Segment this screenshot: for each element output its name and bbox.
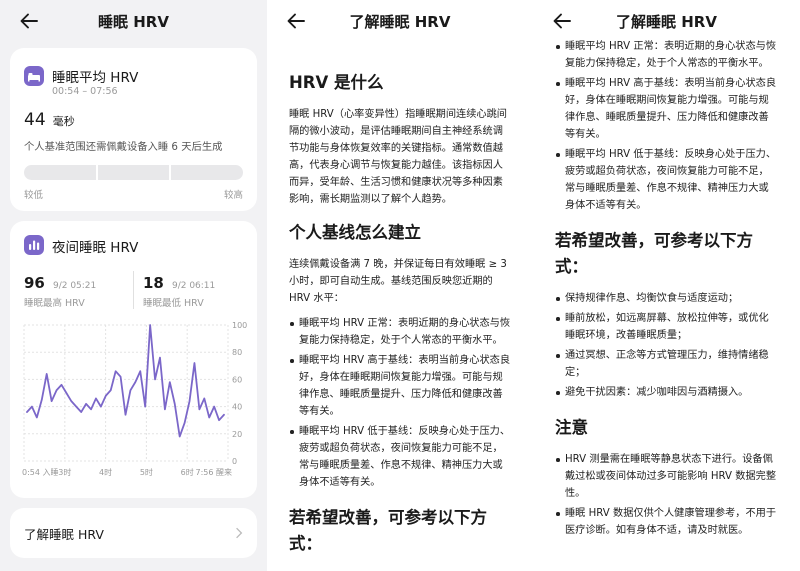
article-body: HRV 是什么 睡眠 HRV（心率变异性）指睡眠期间连续心跳间隔的微小波动，是评… [267, 70, 533, 557]
list-item: HRV 测量需在睡眠等静息状态下进行。设备佩戴过松或夜间体动过多可能影响 HRV… [555, 451, 778, 502]
baseline-note: 个人基准范围还需佩戴设备入睡 6 天后生成 [24, 141, 223, 153]
list-item: 睡眠平均 HRV 低于基线：反映身心处于压力、疲劳或超负荷状态，夜间恢复能力可能… [555, 146, 778, 214]
section-heading: 注意 [555, 418, 588, 437]
list-item: 保持规律作息、均衡饮食与适度运动； [555, 290, 778, 307]
max-hrv-block: 96 9/2 05:21 睡眠最高 HRV [24, 273, 96, 309]
night-hrv-card: 夜间睡眠 HRV 96 9/2 05:21 睡眠最高 HRV 18 9/2 06… [10, 221, 257, 498]
list-item: 通过冥想、正念等方式管理压力，维持情绪稳定； [555, 347, 778, 381]
list-item: 睡眠 HRV 数据仅供个人健康管理参考，不用于医疗诊断。如有身体不适，请及时就医… [555, 505, 778, 539]
avg-value-row: 44 毫秒 [24, 110, 75, 130]
x-tick-label: 0:54 入睡 [22, 468, 59, 477]
y-tick-label: 80 [232, 348, 242, 357]
sleep-hrv-screen: 睡眠 HRV 睡眠平均 HRV 00:54 – 07:56 44 毫秒 个人基准… [0, 0, 267, 571]
baseline-list: 睡眠平均 HRV 正常：表明近期的身心状态与恢复能力保持稳定，处于个人常态的平衡… [555, 38, 778, 214]
list-item: 睡眠平均 HRV 高于基线：表明当前身心状态良好，身体在睡眠期间恢复能力增强。可… [555, 75, 778, 143]
min-hrv-label: 睡眠最低 HRV [143, 298, 204, 309]
max-hrv-value: 96 [24, 274, 45, 292]
list-item: 睡眠平均 HRV 正常：表明近期的身心状态与恢复能力保持稳定，处于个人常态的平衡… [555, 38, 778, 72]
x-tick-label: 6时 [181, 467, 194, 477]
paragraph: 连续佩戴设备满 7 晚，并保证每日有效睡眠 ≥ 3 小时，即可自动生成。基线范围… [289, 259, 507, 304]
bar-chart-icon [24, 235, 44, 255]
note-list: HRV 测量需在睡眠等静息状态下进行。设备佩戴过松或夜间体动过多可能影响 HRV… [555, 451, 778, 539]
list-item: 睡眠平均 HRV 高于基线：表明当前身心状态良好，身体在睡眠期间恢复能力增强。可… [289, 352, 511, 420]
avg-unit: 毫秒 [52, 115, 75, 128]
max-hrv-label: 睡眠最高 HRV [24, 298, 85, 309]
y-tick-label: 20 [232, 430, 242, 439]
learn-hrv-screen-scrolled: 了解睡眠 HRV 睡眠平均 HRV 正常：表明近期的身心状态与恢复能力保持稳定，… [533, 0, 800, 571]
section-heading: 个人基线怎么建立 [289, 223, 421, 242]
max-hrv-time: 9/2 05:21 [52, 281, 97, 291]
x-tick-label: 3时 [58, 467, 71, 477]
min-hrv-block: 18 9/2 06:11 睡眠最低 HRV [143, 273, 215, 309]
y-tick-label: 0 [232, 457, 237, 466]
section-heading: 若希望改善，可参考以下方式： [289, 508, 487, 553]
y-tick-label: 60 [232, 375, 242, 384]
section-heading: HRV 是什么 [289, 73, 384, 92]
list-item: 避免干扰因素：减少咖啡因与酒精摄入。 [555, 384, 778, 401]
header: 了解睡眠 HRV [267, 0, 533, 42]
page-title: 了解睡眠 HRV [616, 13, 717, 31]
chevron-right-icon [236, 527, 243, 539]
list-item: 睡眠平均 HRV 正常：表明近期的身心状态与恢复能力保持稳定，处于个人常态的平衡… [289, 315, 511, 349]
average-hrv-card: 睡眠平均 HRV 00:54 – 07:56 44 毫秒 个人基准范围还需佩戴设… [10, 48, 257, 211]
min-hrv-time: 9/2 06:11 [171, 281, 216, 291]
improve-list: 保持规律作息、均衡饮食与适度运动； 睡前放松，如远离屏幕、放松拉伸等，或优化睡眠… [555, 290, 778, 401]
header: 睡眠 HRV [0, 0, 267, 42]
x-tick-label: 5时 [140, 467, 153, 477]
list-item: 睡眠平均 HRV 低于基线：反映身心处于压力、疲劳或超负荷状态，夜间恢复能力可能… [289, 423, 511, 491]
card-title: 睡眠平均 HRV [52, 70, 139, 86]
header: 了解睡眠 HRV [533, 0, 800, 42]
learn-more-row[interactable]: 了解睡眠 HRV [10, 508, 257, 558]
range-low-label: 较低 [24, 190, 44, 201]
time-range: 00:54 – 07:56 [52, 86, 118, 97]
learn-more-label: 了解睡眠 HRV [24, 527, 104, 542]
range-high-label: 较高 [223, 190, 243, 201]
paragraph: 睡眠 HRV（心率变异性）指睡眠期间连续心跳间隔的微小波动，是评估睡眠期间自主神… [289, 109, 507, 205]
bed-icon [24, 66, 44, 86]
stat-divider [133, 271, 134, 309]
list-item: 睡前放松，如远离屏幕、放松拉伸等，或优化睡眠环境，改善睡眠质量； [555, 310, 778, 344]
page-title: 了解睡眠 HRV [349, 13, 451, 31]
article-body: 睡眠平均 HRV 正常：表明近期的身心状态与恢复能力保持稳定，处于个人常态的平衡… [533, 38, 800, 539]
learn-hrv-screen: 了解睡眠 HRV HRV 是什么 睡眠 HRV（心率变异性）指睡眠期间连续心跳间… [267, 0, 533, 571]
baseline-list: 睡眠平均 HRV 正常：表明近期的身心状态与恢复能力保持稳定，处于个人常态的平衡… [289, 315, 511, 491]
min-hrv-value: 18 [143, 274, 164, 292]
section-heading: 若希望改善，可参考以下方式： [555, 231, 753, 276]
card-title: 夜间睡眠 HRV [52, 240, 139, 256]
y-tick-label: 40 [232, 403, 242, 412]
y-tick-label: 100 [232, 321, 247, 330]
x-tick-label: 7:56 醒来 [195, 468, 232, 477]
avg-value: 44 [24, 110, 46, 130]
page-title: 睡眠 HRV [98, 13, 169, 31]
baseline-range-bar [24, 165, 244, 180]
x-tick-label: 4时 [99, 467, 112, 477]
hrv-series-line [26, 324, 225, 438]
hrv-line-chart: 100 80 60 40 20 0 0:54 入睡 3时 4时 5时 6时 7:56 醒来 [22, 321, 247, 477]
